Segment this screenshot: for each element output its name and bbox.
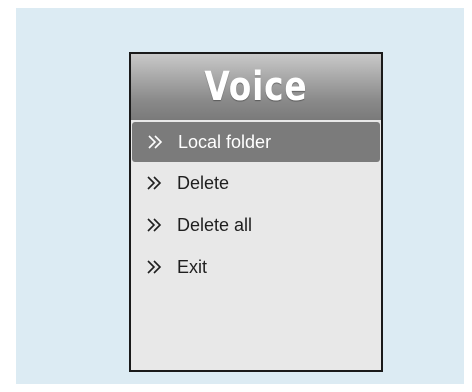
menu-item-delete[interactable]: Delete	[131, 162, 381, 204]
menu-item-label: Local folder	[178, 131, 272, 152]
double-chevron-right-icon	[131, 217, 175, 233]
menu-item-local-folder[interactable]: Local folder	[132, 122, 380, 162]
menu-item-delete-all[interactable]: Delete all	[131, 204, 381, 246]
menu-item-label: Delete	[177, 172, 230, 193]
double-chevron-right-icon	[131, 259, 175, 275]
double-chevron-right-icon	[132, 134, 176, 150]
screen-title: Voice	[204, 64, 308, 110]
voice-menu: Local folder Delete Delete all Exit	[131, 122, 381, 288]
menu-item-exit[interactable]: Exit	[131, 246, 381, 288]
title-bar: Voice	[131, 54, 381, 120]
device-screen: Voice Local folder Delete Delete all Exi…	[129, 52, 383, 372]
menu-item-label: Exit	[177, 256, 208, 277]
menu-item-label: Delete all	[177, 214, 253, 235]
double-chevron-right-icon	[131, 175, 175, 191]
